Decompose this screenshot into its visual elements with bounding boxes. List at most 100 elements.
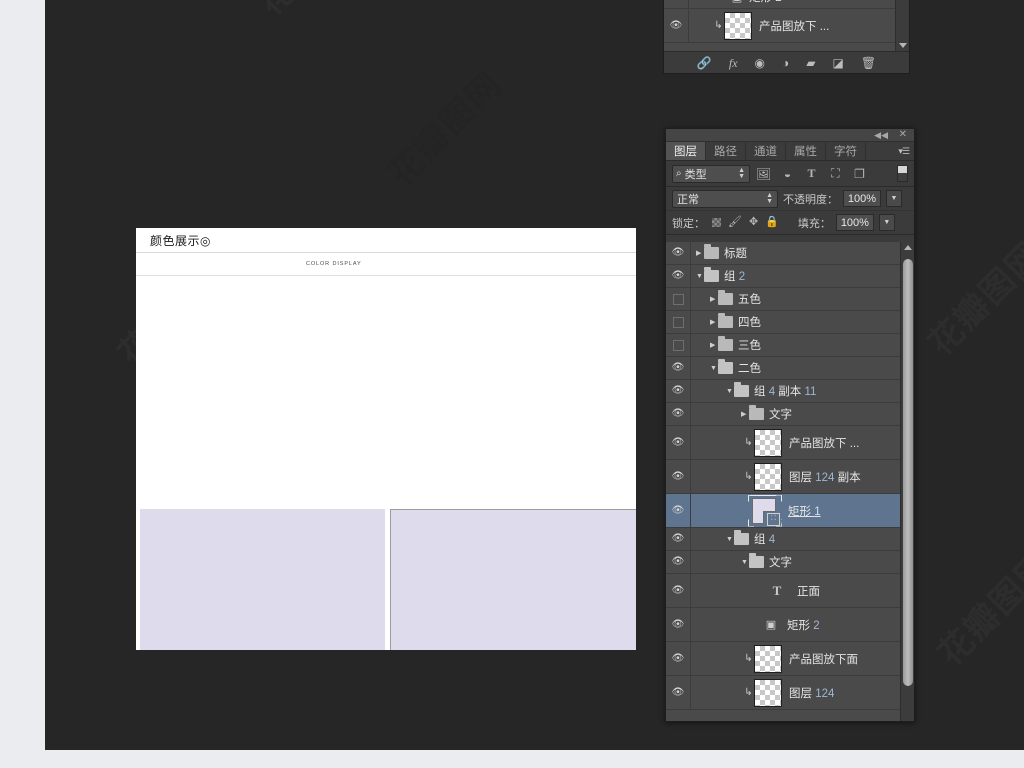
color-swatch-front[interactable] xyxy=(140,509,385,650)
table-row[interactable]: 👁 ▣ 矩形 2 xyxy=(664,0,895,9)
visibility-toggle[interactable]: 👁 xyxy=(666,357,691,379)
chevron-down-icon[interactable]: ▼ xyxy=(726,536,734,543)
table-row[interactable]: 👁 ↳ 图层 124 副本 xyxy=(666,460,900,494)
visibility-toggle[interactable]: 👁 xyxy=(664,0,689,8)
chevron-right-icon[interactable]: ▶ xyxy=(710,318,718,326)
smartobject-filter-icon[interactable]: ❐ xyxy=(849,165,870,183)
eye-icon: 👁 xyxy=(671,533,685,544)
table-row[interactable]: 👁 ▣ 矩形 2 xyxy=(666,608,900,642)
visibility-toggle[interactable]: 👁 xyxy=(666,494,691,527)
lock-image-icon[interactable]: 🖌 xyxy=(728,217,742,228)
layers-scrollbar[interactable] xyxy=(900,242,914,721)
chevron-right-icon[interactable]: ▶ xyxy=(710,295,718,303)
eye-off-icon xyxy=(672,316,684,328)
adjustment-filter-icon[interactable]: ◒ xyxy=(777,165,798,183)
scrollbar-thumb[interactable] xyxy=(903,259,913,686)
opacity-value[interactable]: 100% xyxy=(843,190,881,207)
visibility-toggle[interactable]: 👁 xyxy=(666,403,691,425)
layer-thumbnail[interactable] xyxy=(754,644,782,673)
visibility-toggle[interactable]: 👁 xyxy=(666,528,691,550)
table-row[interactable]: 👁 ▶ 文字 xyxy=(666,403,900,426)
eye-icon: 👁 xyxy=(671,618,685,630)
visibility-toggle[interactable] xyxy=(666,334,691,356)
fill-value[interactable]: 100% xyxy=(835,214,874,231)
table-row[interactable]: ▶ 五色 xyxy=(666,288,900,311)
visibility-toggle[interactable]: 👁 xyxy=(666,265,691,287)
visibility-toggle[interactable]: 👁 xyxy=(666,426,691,459)
visibility-toggle[interactable]: 👁 xyxy=(666,676,691,709)
visibility-toggle[interactable]: 👁 xyxy=(664,9,689,42)
table-row[interactable]: 👁 T 正面 xyxy=(666,574,900,608)
opacity-dropdown-icon[interactable]: ▼ xyxy=(886,190,902,207)
layer-name: 组 4 副本 11 xyxy=(754,386,817,398)
adjustment-layer-icon[interactable]: ◑ xyxy=(782,57,789,69)
chevron-right-icon[interactable]: ▶ xyxy=(741,410,749,418)
layer-thumbnail[interactable] xyxy=(724,11,752,40)
tab-channels[interactable]: 通道 xyxy=(746,142,786,160)
visibility-toggle[interactable]: 👁 xyxy=(666,574,691,607)
visibility-toggle[interactable]: 👁 xyxy=(666,380,691,402)
fx-icon[interactable]: fx xyxy=(729,57,738,69)
table-row[interactable]: 👁 ↳ 产品图放下面 xyxy=(666,642,900,676)
layer-thumbnail[interactable] xyxy=(754,462,782,491)
table-row[interactable]: 👁 ▼ 组 2 xyxy=(666,265,900,288)
table-row[interactable]: 👁 ▼ 二色 xyxy=(666,357,900,380)
color-swatch-back[interactable] xyxy=(390,509,636,650)
blend-mode-select[interactable]: 正常 ▲ ▼ xyxy=(672,189,778,208)
table-row[interactable]: 👁 ▶ 标题 xyxy=(666,242,900,265)
scroll-down-icon[interactable] xyxy=(899,43,907,48)
tab-layers[interactable]: 图层 xyxy=(666,142,706,160)
lock-transparent-icon[interactable] xyxy=(712,218,721,227)
shape-filter-icon[interactable]: ⛶ xyxy=(825,165,846,183)
close-icon[interactable]: ✕ xyxy=(899,130,907,140)
fill-dropdown-icon[interactable]: ▼ xyxy=(878,214,895,231)
layer-name: 矩形 2 xyxy=(749,0,782,5)
visibility-toggle[interactable] xyxy=(666,311,691,333)
visibility-toggle[interactable]: 👁 xyxy=(666,460,691,493)
new-layer-icon[interactable]: ◪ xyxy=(833,57,844,69)
visibility-toggle[interactable] xyxy=(666,288,691,310)
visibility-toggle[interactable]: 👁 xyxy=(666,608,691,641)
chevron-down-icon[interactable]: ▼ xyxy=(726,388,734,395)
table-row[interactable]: ▶ 三色 xyxy=(666,334,900,357)
lock-all-icon[interactable]: 🔒 xyxy=(765,217,779,228)
table-row[interactable]: 👁 ↳ 产品图放下 ... xyxy=(666,426,900,460)
filter-kind-select[interactable]: ⌕ 类型 ▲ ▼ xyxy=(672,164,750,183)
pixel-filter-icon[interactable]: 🖼 xyxy=(753,165,774,183)
chevron-down-icon[interactable]: ▼ xyxy=(696,273,704,280)
type-filter-icon[interactable]: T xyxy=(801,165,822,183)
fill-label: 填充： xyxy=(797,217,831,230)
table-row[interactable]: ▶ 四色 xyxy=(666,311,900,334)
table-row[interactable]: 👁 ▼ 文字 xyxy=(666,551,900,574)
table-row[interactable]: 👁 ▼ 组 4 xyxy=(666,528,900,551)
table-row[interactable]: 👁 ↳ 图层 124 xyxy=(666,676,900,710)
scroll-up-icon[interactable] xyxy=(904,245,912,250)
layer-thumbnail-selected[interactable]: ⛶ xyxy=(748,495,782,527)
layer-thumbnail[interactable] xyxy=(754,428,782,457)
chevron-right-icon[interactable]: ▶ xyxy=(696,249,704,257)
filter-toggle[interactable] xyxy=(897,165,908,182)
collapse-icon[interactable]: ◀◀ xyxy=(874,131,888,140)
visibility-toggle[interactable]: 👁 xyxy=(666,551,691,573)
tab-properties[interactable]: 属性 xyxy=(786,142,826,160)
link-icon[interactable]: 🔗 xyxy=(697,57,712,69)
delete-layer-icon[interactable]: 🗑 xyxy=(861,57,876,69)
visibility-toggle[interactable]: 👁 xyxy=(666,642,691,675)
tab-paths[interactable]: 路径 xyxy=(706,142,746,160)
layer-mask-icon[interactable]: ◉ xyxy=(755,57,765,69)
layer-thumbnail[interactable] xyxy=(754,678,782,707)
chevron-down-icon[interactable]: ▼ xyxy=(741,559,749,566)
visibility-toggle[interactable]: 👁 xyxy=(666,242,691,264)
panel-menu-icon[interactable]: ▾☰ xyxy=(898,146,910,157)
chevron-down-icon[interactable]: ▼ xyxy=(710,365,718,372)
document-canvas[interactable]: 颜色展示◎ COLOR DISPLAY 正面 背面 xyxy=(136,228,636,650)
fragment-scrollbar[interactable] xyxy=(895,0,909,52)
table-row[interactable]: 👁 ↳ 产品图放下 ... xyxy=(664,9,895,43)
tab-character[interactable]: 字符 xyxy=(826,142,866,160)
panel-titlebar[interactable]: ◀◀ ✕ xyxy=(666,129,914,142)
new-group-icon[interactable]: ▰ xyxy=(806,57,815,69)
table-row-selected[interactable]: 👁 ⛶ 矩形 1 xyxy=(666,494,900,528)
lock-position-icon[interactable]: ✥ xyxy=(749,217,758,228)
chevron-right-icon[interactable]: ▶ xyxy=(710,341,718,349)
table-row[interactable]: 👁 ▼ 组 4 副本 11 xyxy=(666,380,900,403)
